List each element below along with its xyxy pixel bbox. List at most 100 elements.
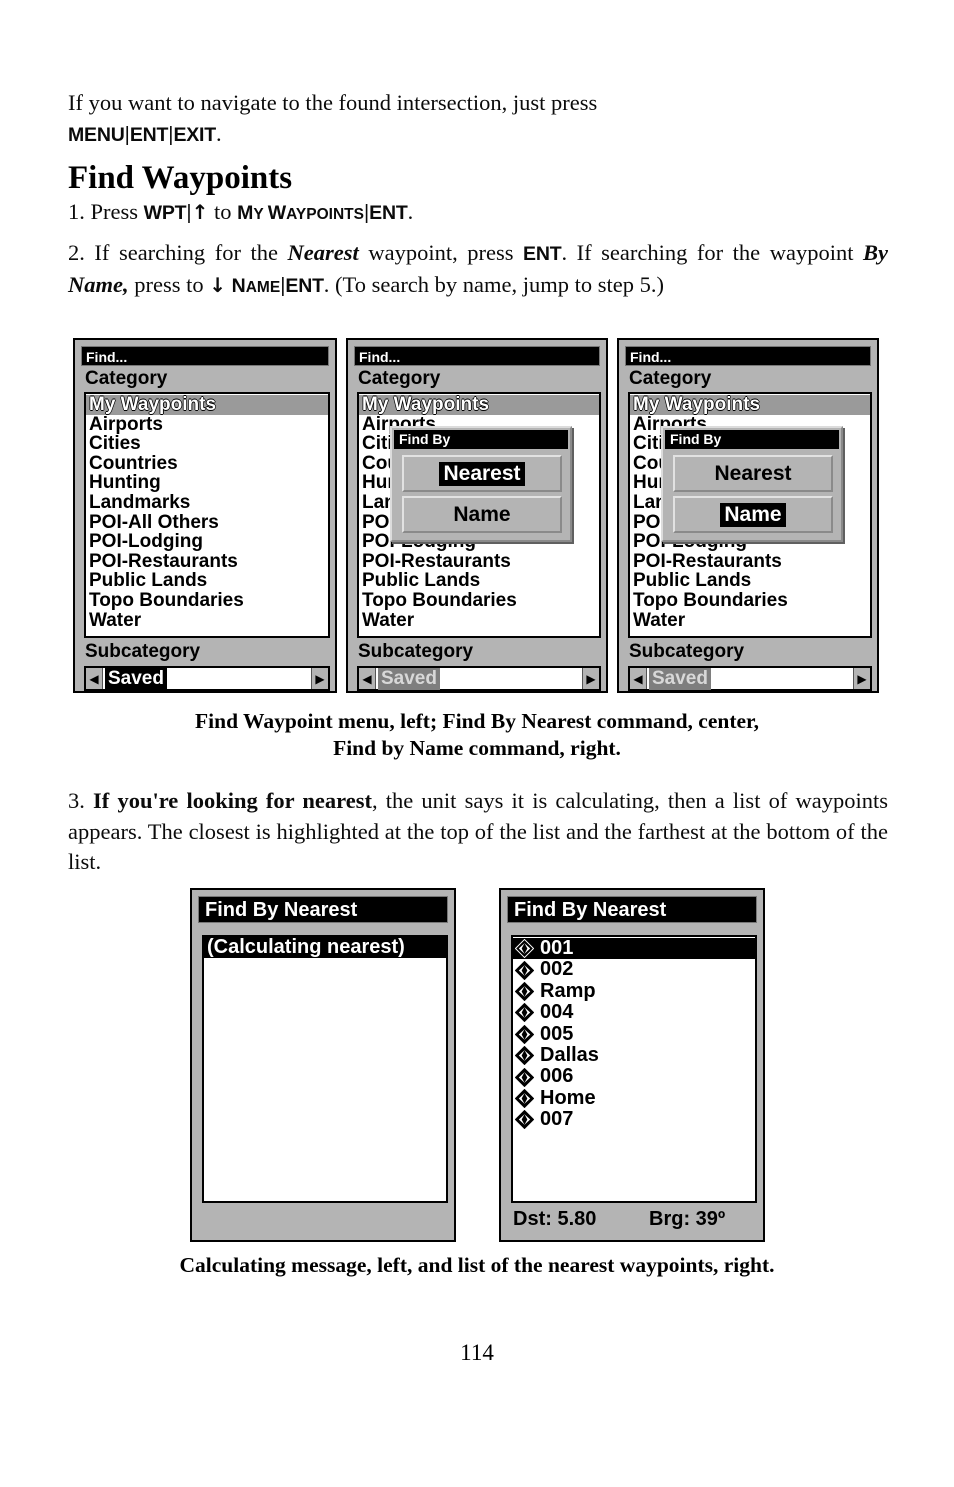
category-item[interactable]: Landmarks	[86, 493, 328, 513]
figure-2-caption: Calculating message, left, and list of t…	[179, 1253, 775, 1277]
key-ent-4: ENT	[285, 274, 324, 297]
figure-1-caption-line-2: Find by Name command, right.	[333, 736, 621, 760]
waypoint-list-item[interactable]: 007	[513, 1108, 755, 1130]
name-button-3[interactable]: Name	[673, 496, 833, 533]
category-item[interactable]: My Waypoints	[86, 395, 328, 415]
waypoint-list-item[interactable]: 006	[513, 1065, 755, 1087]
waypoint-list-item[interactable]: 001	[513, 937, 755, 960]
name-button-label-2: Name	[453, 502, 511, 526]
waypoint-name: 004	[540, 1001, 574, 1024]
category-item[interactable]: POI-Lodging	[86, 532, 328, 552]
category-item[interactable]: Cities	[86, 434, 328, 454]
right-arrow-icon-3[interactable]: ▶	[853, 668, 870, 689]
subcategory-value-2: Saved	[378, 667, 440, 690]
find-by-dialog-3: Find By Nearest Name	[661, 426, 843, 542]
key-ent-3: ENT	[523, 243, 562, 265]
category-item[interactable]: My Waypoints	[359, 395, 599, 415]
name-button-label-3: Name	[720, 502, 786, 527]
nearest-button-3[interactable]: Nearest	[673, 455, 833, 492]
status-bar: Dst: 5.80 Brg: 39º	[513, 1208, 757, 1231]
bearing-value: Brg: 39º	[649, 1208, 726, 1230]
category-item[interactable]: POI-Restaurants	[86, 552, 328, 572]
category-item[interactable]: Airports	[86, 414, 328, 435]
right-arrow-icon-1[interactable]: ▶	[311, 668, 328, 689]
document-page: If you want to navigate to the found int…	[0, 0, 954, 1487]
step-2-text-e: . (To search by name, jump to step 5.)	[323, 271, 665, 297]
page-number: 114	[460, 1340, 494, 1365]
find-by-dialog-title-3: Find By	[665, 430, 839, 449]
name-button-2[interactable]: Name	[402, 496, 562, 533]
waypoint-list-item[interactable]: Home	[513, 1087, 755, 1109]
category-item[interactable]: Public Lands	[630, 571, 870, 591]
gps-screen-3-inner: Find... Category My Waypoints Airports Cit…	[625, 346, 872, 691]
waypoint-list-item[interactable]: 002	[513, 958, 755, 981]
category-list-1[interactable]: My Waypoints Airports Cities Countries Hunti…	[84, 392, 330, 638]
key-name: NAME	[231, 274, 281, 297]
left-arrow-icon-3[interactable]: ◀	[630, 668, 647, 689]
step-1-to: to	[213, 199, 232, 224]
gps-screen-1-inner: Find... Category My Waypoints Airports Cit…	[81, 346, 330, 691]
calculating-listbox: (Calculating nearest)	[202, 935, 448, 1203]
category-item[interactable]: Public Lands	[86, 571, 328, 591]
key-exit: EXIT	[173, 124, 216, 146]
waypoint-list-item[interactable]: 004	[513, 1001, 755, 1024]
figure-1-caption: Find Waypoint menu, left; Find By Neares…	[68, 708, 886, 762]
right-arrow-icon-2[interactable]: ▶	[582, 668, 599, 689]
category-item[interactable]: POI-Restaurants	[359, 552, 599, 572]
subcategory-selector-1[interactable]: ◀ Saved ▶	[84, 666, 330, 691]
intro-text: If you want to navigate to the found int…	[68, 90, 598, 115]
step-1-paragraph: 1. Press WPT|↑ to MY WAYPOINTS|ENT.	[68, 197, 886, 231]
gps-screen-find-by-nearest-dialog: Find... Category My Waypoints Airports Cit…	[346, 338, 608, 693]
gps-screen-list-inner: Find By Nearest 001 002 Ramp 004 005 Dallas 00…	[507, 896, 757, 1234]
gps-screen-calculating: Find By Nearest (Calculating nearest)	[190, 888, 456, 1242]
subcategory-label-1: Subcategory	[85, 641, 201, 662]
left-arrow-icon-2[interactable]: ◀	[359, 668, 376, 689]
step-2-text-b: waypoint, press	[358, 240, 524, 265]
waypoint-name: Ramp	[540, 979, 596, 1002]
category-item[interactable]: Topo Boundaries	[359, 591, 599, 611]
category-item[interactable]: Public Lands	[359, 571, 599, 591]
down-arrow-icon: ↓	[209, 272, 227, 297]
calculating-message: (Calculating nearest)	[207, 936, 405, 958]
step-1-number: 1.	[68, 199, 85, 224]
nearest-button-2[interactable]: Nearest	[402, 455, 562, 492]
waypoint-name: 002	[540, 958, 574, 981]
gps-screen-find-menu: Find... Category My Waypoints Airports Cit…	[73, 338, 337, 693]
waypoint-diamond-icon	[515, 1089, 534, 1109]
waypoint-list-item[interactable]: 005	[513, 1023, 755, 1045]
subcategory-value-3: Saved	[649, 667, 711, 690]
category-item[interactable]: POI-Restaurants	[630, 552, 870, 572]
category-label-1: Category	[85, 368, 168, 389]
intro-trailing-period: .	[215, 121, 222, 146]
category-item[interactable]: Water	[86, 610, 328, 631]
category-item[interactable]: Topo Boundaries	[630, 591, 870, 611]
waypoint-listbox[interactable]: 001 002 Ramp 004 005 Dallas 006 Home 007	[511, 935, 757, 1203]
subcategory-value-1: Saved	[105, 667, 167, 690]
subcategory-label-2: Subcategory	[358, 641, 474, 662]
titlebar-find-3: Find...	[625, 346, 871, 366]
category-item[interactable]: Hunting	[86, 473, 328, 493]
step-1-press: Press	[90, 199, 139, 224]
waypoint-list-item[interactable]: Ramp	[513, 979, 755, 1002]
category-item[interactable]: My Waypoints	[630, 395, 870, 415]
category-item[interactable]: Topo Boundaries	[86, 591, 328, 611]
category-item[interactable]: POI-All Others	[86, 512, 328, 533]
waypoint-name: Dallas	[540, 1044, 599, 1067]
subcategory-selector-3[interactable]: ◀ Saved ▶	[628, 666, 872, 691]
category-item[interactable]: Water	[630, 610, 870, 631]
step-2-text-d: press to	[128, 271, 210, 297]
step-2-text-c: . If searching for the waypoint	[561, 240, 863, 265]
category-rows-1: My Waypoints Airports Cities Countries Hunti…	[86, 394, 328, 630]
left-arrow-icon-1[interactable]: ◀	[86, 668, 103, 689]
category-item[interactable]: Water	[359, 610, 599, 631]
gps-screen-calc-inner: Find By Nearest (Calculating nearest)	[198, 896, 448, 1234]
subcategory-selector-2[interactable]: ◀ Saved ▶	[357, 666, 601, 691]
waypoint-diamond-icon	[515, 982, 534, 1002]
nearest-button-label-3: Nearest	[714, 461, 792, 485]
waypoint-list-item[interactable]: Dallas	[513, 1044, 755, 1067]
titlebar-find-1: Find...	[81, 346, 329, 366]
step-2-text-a: 2. If searching for the	[68, 240, 288, 265]
category-item[interactable]: Countries	[86, 454, 328, 474]
up-arrow-icon: ↑	[191, 200, 209, 224]
key-wpt: WPT	[143, 202, 187, 224]
